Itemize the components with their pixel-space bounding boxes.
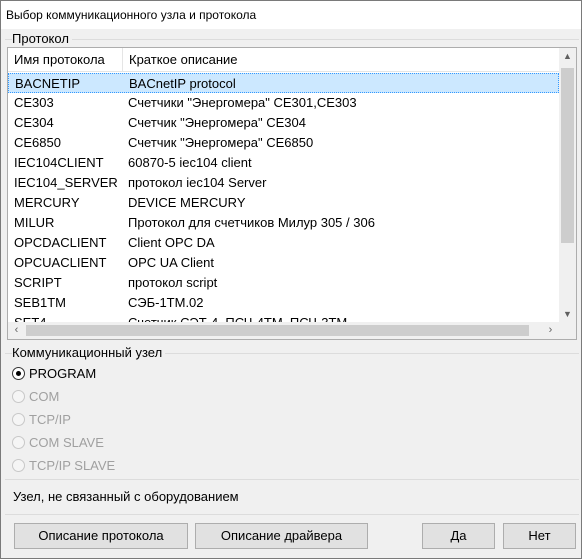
- node-option-label: TCP/IP SLAVE: [29, 458, 116, 473]
- node-option-label: COM: [29, 389, 60, 404]
- node-option-label: COM SLAVE: [29, 435, 104, 450]
- protocol-name-cell: CE6850: [14, 135, 61, 150]
- protocol-description-cell: Счетчики "Энергомера" CE301,CE303: [128, 95, 357, 110]
- protocol-description-cell: 60870-5 iec104 client: [128, 155, 252, 170]
- protocol-row[interactable]: SEB1TM СЭБ-1ТМ.02: [8, 293, 559, 313]
- radio-circle-icon: [12, 413, 25, 426]
- protocol-description-cell: СЭБ-1ТМ.02: [128, 295, 204, 310]
- no-button[interactable]: Нет: [503, 523, 576, 549]
- chevron-left-icon[interactable]: ‹: [8, 322, 25, 339]
- chevron-up-icon[interactable]: ▲: [559, 48, 576, 65]
- dialog-window: Выбор коммуникационного узла и протокола…: [0, 0, 582, 559]
- protocol-name-cell: OPCDACLIENT: [14, 235, 107, 250]
- node-option-label: PROGRAM: [29, 366, 97, 381]
- radio-circle-icon: [12, 436, 25, 449]
- protocol-row[interactable]: OPCUACLIENT OPC UA Client: [8, 253, 559, 273]
- protocol-row[interactable]: CE303 Счетчики "Энергомера" CE301,CE303: [8, 93, 559, 113]
- node-option-label: TCP/IP: [29, 412, 71, 427]
- yes-button[interactable]: Да: [422, 523, 495, 549]
- window-title: Выбор коммуникационного узла и протокола: [1, 1, 581, 29]
- protocol-row[interactable]: BACNETIP BACnetIP protocol: [8, 73, 559, 93]
- protocol-name-cell: MILUR: [14, 215, 55, 230]
- radio-circle-icon[interactable]: [12, 367, 25, 380]
- protocol-list-header: Имя протокола Краткое описание: [8, 48, 559, 72]
- protocol-description-cell: BACnetIP protocol: [129, 76, 236, 91]
- protocol-row[interactable]: MILUR Протокол для счетчиков Милур 305 / …: [8, 213, 559, 233]
- node-option-radio[interactable]: PROGRAM: [12, 365, 96, 383]
- protocol-description-cell: Счетчик "Энергомера" CE6850: [128, 135, 314, 150]
- protocol-description-cell: протокол iec104 Server: [128, 175, 267, 190]
- protocol-group-label: Протокол: [12, 31, 72, 46]
- driver-description-button[interactable]: Описание драйвера: [195, 523, 368, 549]
- protocol-description-cell: протокол script: [128, 275, 218, 290]
- protocol-name-cell: CE304: [14, 115, 54, 130]
- protocol-name-cell: OPCUACLIENT: [14, 255, 107, 270]
- protocol-list[interactable]: Имя протокола Краткое описание BACNETIP B…: [7, 47, 577, 340]
- protocol-row[interactable]: OPCDACLIENT Client OPC DA: [8, 233, 559, 253]
- horizontal-scroll-thumb[interactable]: [26, 325, 529, 336]
- vertical-scrollbar[interactable]: ▲ ▼: [559, 48, 576, 323]
- protocol-row[interactable]: CE304 Счетчик "Энергомера" CE304: [8, 113, 559, 133]
- protocol-description-cell: Протокол для счетчиков Милур 305 / 306: [128, 215, 375, 230]
- protocol-name-cell: SEB1TM: [14, 295, 67, 310]
- node-status-text: Узел, не связанный с оборудованием: [13, 489, 239, 504]
- protocol-list-rows: BACNETIP BACnetIP protocol CE303 Счетчики "…: [8, 73, 559, 323]
- column-header-description[interactable]: Краткое описание: [123, 48, 559, 72]
- protocol-row[interactable]: IEC104CLIENT 60870-5 iec104 client: [8, 153, 559, 173]
- node-group-label: Коммуникационный узел: [12, 345, 166, 360]
- protocol-row[interactable]: CE6850 Счетчик "Энергомера" CE6850: [8, 133, 559, 153]
- protocol-description-cell: DEVICE MERCURY: [128, 195, 246, 210]
- protocol-row[interactable]: IEC104_SERVER протокол iec104 Server: [8, 173, 559, 193]
- node-option-radio: COM: [12, 388, 59, 406]
- node-option-radio: TCP/IP SLAVE: [12, 457, 115, 475]
- radio-circle-icon: [12, 390, 25, 403]
- radio-circle-icon: [12, 459, 25, 472]
- protocol-description-cell: Client OPC DA: [128, 235, 215, 250]
- scrollbar-corner: [559, 322, 576, 339]
- protocol-description-cell: Счетчик "Энергомера" CE304: [128, 115, 306, 130]
- protocol-name-cell: MERCURY: [14, 195, 80, 210]
- protocol-name-cell: SCRIPT: [14, 275, 62, 290]
- chevron-down-icon[interactable]: ▼: [559, 306, 576, 323]
- protocol-name-cell: BACNETIP: [15, 76, 81, 91]
- horizontal-scrollbar[interactable]: ‹ ›: [8, 322, 559, 339]
- protocol-group-border: [5, 39, 579, 40]
- status-separator-top: [5, 479, 579, 480]
- protocol-description-cell: OPC UA Client: [128, 255, 214, 270]
- vertical-scroll-thumb[interactable]: [561, 68, 574, 243]
- column-header-name[interactable]: Имя протокола: [8, 48, 122, 72]
- status-separator-bottom: [5, 514, 579, 515]
- protocol-name-cell: IEC104_SERVER: [14, 175, 118, 190]
- protocol-description-button[interactable]: Описание протокола: [14, 523, 188, 549]
- node-option-radio: COM SLAVE: [12, 434, 104, 452]
- protocol-row[interactable]: MERCURY DEVICE MERCURY: [8, 193, 559, 213]
- node-option-radio: TCP/IP: [12, 411, 71, 429]
- protocol-row[interactable]: SCRIPT протокол script: [8, 273, 559, 293]
- protocol-name-cell: CE303: [14, 95, 54, 110]
- protocol-name-cell: IEC104CLIENT: [14, 155, 104, 170]
- chevron-right-icon[interactable]: ›: [542, 322, 559, 339]
